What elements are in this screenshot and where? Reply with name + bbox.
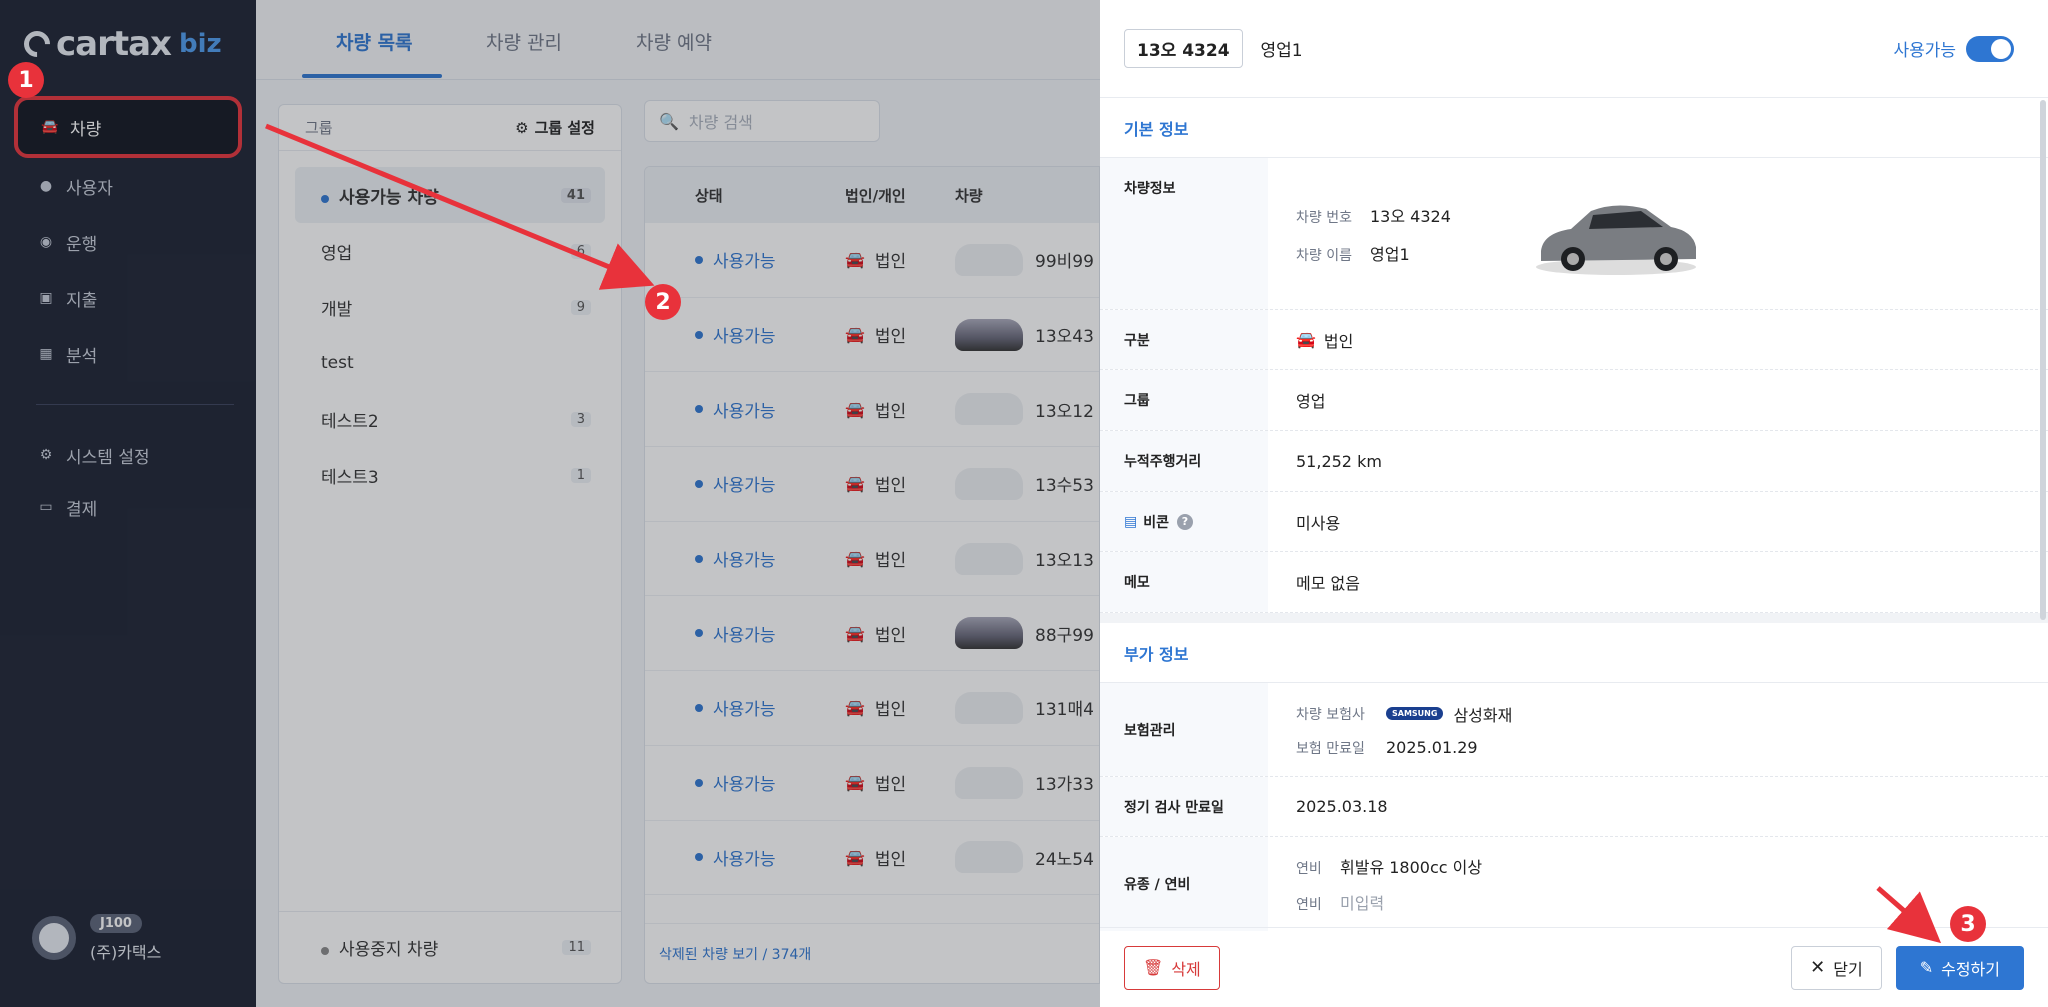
step-marker-1: 1 (8, 62, 44, 98)
step-marker-2: 2 (645, 284, 681, 320)
step-marker-3: 3 (1950, 906, 1986, 942)
annotation-arrows (265, 123, 1942, 944)
arrow-to-marker-2 (265, 123, 655, 290)
arrow-to-edit-button (1876, 886, 1942, 944)
